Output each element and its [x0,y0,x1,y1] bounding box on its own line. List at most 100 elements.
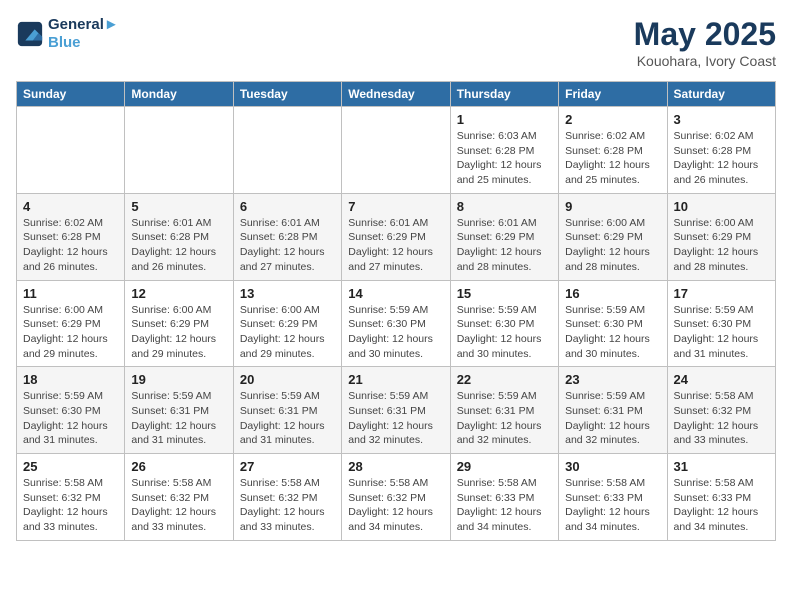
day-number: 30 [565,459,660,474]
day-number: 22 [457,372,552,387]
calendar-cell: 1 Sunrise: 6:03 AM Sunset: 6:28 PM Daylig… [450,107,558,194]
day-detail: Sunrise: 6:03 AM Sunset: 6:28 PM Dayligh… [457,129,552,188]
day-detail: Sunrise: 6:00 AM Sunset: 6:29 PM Dayligh… [565,216,660,275]
day-number: 26 [131,459,226,474]
calendar-cell: 21 Sunrise: 5:59 AM Sunset: 6:31 PM Dayli… [342,367,450,454]
day-number: 9 [565,199,660,214]
day-detail: Sunrise: 6:01 AM Sunset: 6:28 PM Dayligh… [131,216,226,275]
day-detail: Sunrise: 5:59 AM Sunset: 6:31 PM Dayligh… [348,389,443,448]
day-detail: Sunrise: 6:00 AM Sunset: 6:29 PM Dayligh… [240,303,335,362]
day-number: 8 [457,199,552,214]
day-detail: Sunrise: 5:58 AM Sunset: 6:33 PM Dayligh… [565,476,660,535]
day-number: 18 [23,372,118,387]
column-header-tuesday: Tuesday [233,82,341,107]
calendar-cell [125,107,233,194]
calendar-cell: 23 Sunrise: 5:59 AM Sunset: 6:31 PM Dayli… [559,367,667,454]
day-number: 28 [348,459,443,474]
calendar-cell: 14Sunrise: 5:59 AM Sunset: 6:30 PM Dayli… [342,280,450,367]
calendar-cell [233,107,341,194]
day-detail: Sunrise: 5:59 AM Sunset: 6:31 PM Dayligh… [131,389,226,448]
calendar-cell: 30 Sunrise: 5:58 AM Sunset: 6:33 PM Dayli… [559,454,667,541]
day-number: 2 [565,112,660,127]
day-detail: Sunrise: 5:59 AM Sunset: 6:31 PM Dayligh… [240,389,335,448]
day-number: 31 [674,459,769,474]
calendar-cell: 3Sunrise: 6:02 AM Sunset: 6:28 PM Daylig… [667,107,775,194]
calendar-week-row: 25Sunrise: 5:58 AM Sunset: 6:32 PM Dayli… [17,454,776,541]
column-header-friday: Friday [559,82,667,107]
day-number: 17 [674,286,769,301]
calendar-cell: 13 Sunrise: 6:00 AM Sunset: 6:29 PM Dayli… [233,280,341,367]
day-number: 15 [457,286,552,301]
column-header-sunday: Sunday [17,82,125,107]
calendar-cell: 18 Sunrise: 5:59 AM Sunset: 6:30 PM Dayli… [17,367,125,454]
calendar-cell: 9 Sunrise: 6:00 AM Sunset: 6:29 PM Daylig… [559,193,667,280]
day-detail: Sunrise: 5:58 AM Sunset: 6:32 PM Dayligh… [240,476,335,535]
day-detail: Sunrise: 6:01 AM Sunset: 6:28 PM Dayligh… [240,216,335,275]
calendar-header-row: SundayMondayTuesdayWednesdayThursdayFrid… [17,82,776,107]
day-number: 27 [240,459,335,474]
calendar-cell: 6 Sunrise: 6:01 AM Sunset: 6:28 PM Daylig… [233,193,341,280]
day-detail: Sunrise: 6:00 AM Sunset: 6:29 PM Dayligh… [674,216,769,275]
day-number: 5 [131,199,226,214]
calendar-cell: 16Sunrise: 5:59 AM Sunset: 6:30 PM Dayli… [559,280,667,367]
day-detail: Sunrise: 5:59 AM Sunset: 6:30 PM Dayligh… [348,303,443,362]
calendar-cell: 8 Sunrise: 6:01 AM Sunset: 6:29 PM Daylig… [450,193,558,280]
day-detail: Sunrise: 6:00 AM Sunset: 6:29 PM Dayligh… [131,303,226,362]
calendar-cell: 4 Sunrise: 6:02 AM Sunset: 6:28 PM Daylig… [17,193,125,280]
calendar-table: SundayMondayTuesdayWednesdayThursdayFrid… [16,81,776,541]
day-number: 21 [348,372,443,387]
column-header-saturday: Saturday [667,82,775,107]
calendar-cell: 29 Sunrise: 5:58 AM Sunset: 6:33 PM Dayli… [450,454,558,541]
calendar-cell: 11 Sunrise: 6:00 AM Sunset: 6:29 PM Dayli… [17,280,125,367]
calendar-cell: 20Sunrise: 5:59 AM Sunset: 6:31 PM Dayli… [233,367,341,454]
day-number: 23 [565,372,660,387]
day-number: 1 [457,112,552,127]
calendar-week-row: 18 Sunrise: 5:59 AM Sunset: 6:30 PM Dayli… [17,367,776,454]
day-number: 12 [131,286,226,301]
calendar-cell: 25Sunrise: 5:58 AM Sunset: 6:32 PM Dayli… [17,454,125,541]
day-detail: Sunrise: 6:02 AM Sunset: 6:28 PM Dayligh… [565,129,660,188]
calendar-cell [17,107,125,194]
day-detail: Sunrise: 5:58 AM Sunset: 6:32 PM Dayligh… [674,389,769,448]
day-number: 29 [457,459,552,474]
day-number: 13 [240,286,335,301]
calendar-cell: 10Sunrise: 6:00 AM Sunset: 6:29 PM Dayli… [667,193,775,280]
calendar-cell [342,107,450,194]
day-detail: Sunrise: 6:01 AM Sunset: 6:29 PM Dayligh… [457,216,552,275]
day-detail: Sunrise: 5:58 AM Sunset: 6:32 PM Dayligh… [23,476,118,535]
calendar-cell: 2 Sunrise: 6:02 AM Sunset: 6:28 PM Daylig… [559,107,667,194]
day-number: 24 [674,372,769,387]
day-detail: Sunrise: 5:58 AM Sunset: 6:32 PM Dayligh… [348,476,443,535]
day-detail: Sunrise: 6:02 AM Sunset: 6:28 PM Dayligh… [674,129,769,188]
calendar-week-row: 11 Sunrise: 6:00 AM Sunset: 6:29 PM Dayli… [17,280,776,367]
day-detail: Sunrise: 5:58 AM Sunset: 6:33 PM Dayligh… [674,476,769,535]
column-header-thursday: Thursday [450,82,558,107]
main-title: May 2025 [634,16,776,53]
calendar-cell: 24 Sunrise: 5:58 AM Sunset: 6:32 PM Dayli… [667,367,775,454]
calendar-cell: 26Sunrise: 5:58 AM Sunset: 6:32 PM Dayli… [125,454,233,541]
day-detail: Sunrise: 6:00 AM Sunset: 6:29 PM Dayligh… [23,303,118,362]
day-number: 4 [23,199,118,214]
calendar-week-row: 4 Sunrise: 6:02 AM Sunset: 6:28 PM Daylig… [17,193,776,280]
calendar-week-row: 1 Sunrise: 6:03 AM Sunset: 6:28 PM Daylig… [17,107,776,194]
day-detail: Sunrise: 6:01 AM Sunset: 6:29 PM Dayligh… [348,216,443,275]
column-header-monday: Monday [125,82,233,107]
calendar-cell: 12 Sunrise: 6:00 AM Sunset: 6:29 PM Dayli… [125,280,233,367]
calendar-cell: 28 Sunrise: 5:58 AM Sunset: 6:32 PM Dayli… [342,454,450,541]
day-detail: Sunrise: 5:59 AM Sunset: 6:31 PM Dayligh… [565,389,660,448]
day-number: 11 [23,286,118,301]
calendar-cell: 17 Sunrise: 5:59 AM Sunset: 6:30 PM Dayli… [667,280,775,367]
day-detail: Sunrise: 5:59 AM Sunset: 6:30 PM Dayligh… [457,303,552,362]
day-detail: Sunrise: 6:02 AM Sunset: 6:28 PM Dayligh… [23,216,118,275]
day-detail: Sunrise: 5:58 AM Sunset: 6:33 PM Dayligh… [457,476,552,535]
calendar-cell: 19Sunrise: 5:59 AM Sunset: 6:31 PM Dayli… [125,367,233,454]
day-detail: Sunrise: 5:59 AM Sunset: 6:30 PM Dayligh… [23,389,118,448]
calendar-cell: 5 Sunrise: 6:01 AM Sunset: 6:28 PM Daylig… [125,193,233,280]
day-number: 6 [240,199,335,214]
page-header: General► Blue May 2025 Kouohara, Ivory C… [16,16,776,69]
calendar-cell: 7Sunrise: 6:01 AM Sunset: 6:29 PM Daylig… [342,193,450,280]
calendar-cell: 27 Sunrise: 5:58 AM Sunset: 6:32 PM Dayli… [233,454,341,541]
logo: General► Blue [16,16,119,52]
day-detail: Sunrise: 5:59 AM Sunset: 6:30 PM Dayligh… [674,303,769,362]
subtitle: Kouohara, Ivory Coast [634,53,776,69]
